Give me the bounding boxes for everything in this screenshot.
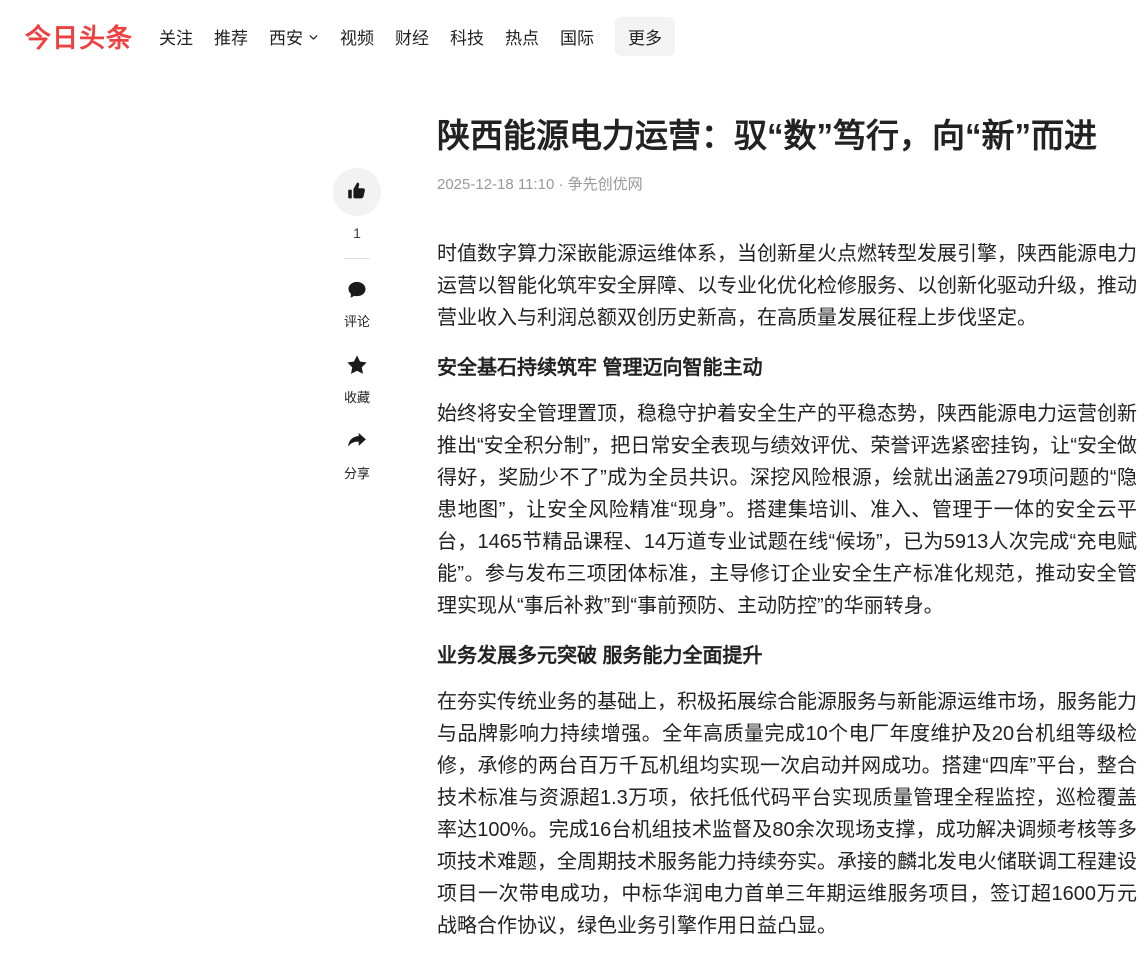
- main-nav: 关注 推荐 西安 视频 财经 科技 热点 国际 更多: [159, 17, 675, 56]
- nav-xian[interactable]: 西安: [269, 17, 319, 56]
- article-body: 时值数字算力深嵌能源运维体系，当创新星火点燃转型发展引擎，陕西能源电力运营以智能…: [437, 238, 1137, 942]
- article-meta: 2025-12-18 11:10 · 争先创优网: [437, 173, 1137, 194]
- nav-xian-label: 西安: [269, 24, 303, 49]
- rail-divider: [344, 258, 370, 259]
- article: 陕西能源电力运营：驭“数”笃行，向“新”而进 2025-12-18 11:10 …: [437, 72, 1137, 958]
- nav-tech[interactable]: 科技: [450, 17, 484, 56]
- comment-icon: [346, 279, 368, 304]
- paragraph-safety: 始终将安全管理置顶，稳稳守护着安全生产的平稳态势，陕西能源电力运营创新推出“安全…: [437, 398, 1137, 622]
- like-button[interactable]: [333, 168, 381, 216]
- action-rail: 1 评论 收藏 分享: [333, 168, 381, 505]
- share-button[interactable]: 分享: [344, 429, 370, 482]
- section-heading-safety: 安全基石持续筑牢 管理迈向智能主动: [437, 354, 1137, 382]
- nav-recommend[interactable]: 推荐: [214, 17, 248, 56]
- nav-more[interactable]: 更多: [615, 17, 675, 56]
- paragraph-intro: 时值数字算力深嵌能源运维体系，当创新星火点燃转型发展引擎，陕西能源电力运营以智能…: [437, 238, 1137, 334]
- paragraph-business: 在夯实传统业务的基础上，积极拓展综合能源服务与新能源运维市场，服务能力与品牌影响…: [437, 686, 1137, 942]
- section-heading-business: 业务发展多元突破 服务能力全面提升: [437, 642, 1137, 670]
- comment-label: 评论: [344, 311, 370, 330]
- nav-international[interactable]: 国际: [560, 17, 594, 56]
- article-title: 陕西能源电力运营：驭“数”笃行，向“新”而进: [437, 112, 1137, 160]
- nav-finance[interactable]: 财经: [395, 17, 429, 56]
- nav-follow[interactable]: 关注: [159, 17, 193, 56]
- chevron-down-icon: [308, 32, 319, 43]
- nav-video[interactable]: 视频: [340, 17, 374, 56]
- share-icon: [345, 429, 369, 456]
- top-nav-bar: 今日头条 关注 推荐 西安 视频 财经 科技 热点 国际 更多: [0, 0, 1142, 72]
- thumbs-up-icon: [346, 180, 368, 205]
- nav-hot[interactable]: 热点: [505, 17, 539, 56]
- favorite-label: 收藏: [344, 387, 370, 406]
- toutiao-logo[interactable]: 今日头条: [25, 18, 133, 55]
- like-count: 1: [353, 225, 361, 241]
- star-icon: [345, 353, 369, 380]
- favorite-button[interactable]: 收藏: [344, 353, 370, 406]
- page-content: 1 评论 收藏 分享: [0, 72, 1142, 958]
- comment-button[interactable]: 评论: [344, 279, 370, 330]
- share-label: 分享: [344, 463, 370, 482]
